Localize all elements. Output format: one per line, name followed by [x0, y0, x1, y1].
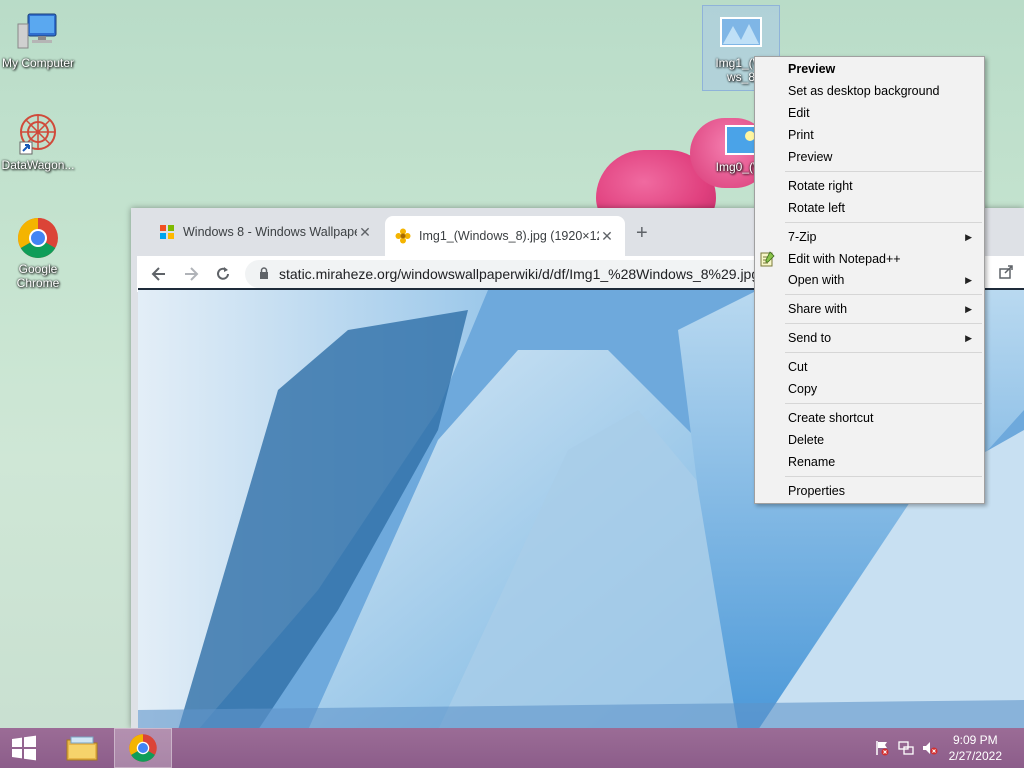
datawagon-icon	[14, 112, 62, 156]
menu-separator	[785, 323, 982, 324]
menu-separator	[785, 403, 982, 404]
taskbar-file-explorer[interactable]	[58, 728, 106, 768]
computer-icon	[14, 10, 62, 54]
back-arrow-icon[interactable]	[147, 262, 171, 286]
windows-flag-favicon-icon	[159, 224, 175, 240]
menu-item-preview-default[interactable]: Preview	[788, 58, 980, 80]
action-center-flag-icon[interactable]	[874, 740, 890, 756]
desktop-icon-datawagon[interactable]: DataWagon...	[0, 112, 76, 172]
menu-item-cut[interactable]: Cut	[788, 356, 980, 378]
menu-item-open-with[interactable]: Open with ▶	[788, 269, 980, 291]
taskbar: 9:09 PM 2/27/2022	[0, 728, 1024, 768]
menu-item-label: 7-Zip	[788, 230, 817, 244]
menu-item-rename[interactable]: Rename	[788, 451, 980, 473]
flower-favicon-icon	[395, 228, 411, 244]
menu-item-label: Open with	[788, 273, 845, 287]
menu-item-print[interactable]: Print	[788, 124, 980, 146]
chrome-icon	[129, 734, 157, 762]
menu-item-edit-with-notepadpp[interactable]: Edit with Notepad++	[760, 248, 980, 270]
context-menu: Preview Set as desktop background Edit P…	[754, 56, 985, 504]
menu-item-share-with[interactable]: Share with ▶	[788, 298, 980, 320]
menu-separator	[785, 476, 982, 477]
menu-separator	[785, 222, 982, 223]
desktop-icon-my-computer[interactable]: My Computer	[0, 10, 76, 70]
desktop-icon-label: Google Chrome	[16, 262, 60, 290]
system-clock[interactable]: 9:09 PM 2/27/2022	[949, 732, 1002, 764]
menu-separator	[785, 352, 982, 353]
new-tab-button[interactable]: +	[636, 222, 648, 245]
tab-title: Windows 8 - Windows Wallpaper	[183, 225, 357, 239]
desktop-icon-google-chrome[interactable]: Google Chrome	[0, 216, 76, 290]
folder-icon	[66, 736, 98, 761]
menu-item-copy[interactable]: Copy	[788, 378, 980, 400]
menu-item-delete[interactable]: Delete	[788, 429, 980, 451]
image-file-icon	[717, 14, 765, 58]
lock-icon	[259, 266, 269, 282]
windows-logo-icon	[12, 735, 36, 761]
notepadpp-icon	[759, 251, 775, 267]
menu-item-7zip[interactable]: 7-Zip ▶	[788, 226, 980, 248]
menu-item-rotate-right[interactable]: Rotate right	[788, 175, 980, 197]
start-button[interactable]	[0, 728, 48, 768]
taskbar-google-chrome[interactable]	[114, 728, 172, 768]
menu-item-properties[interactable]: Properties	[788, 480, 980, 502]
submenu-arrow-icon: ▶	[965, 232, 972, 242]
menu-item-send-to[interactable]: Send to ▶	[788, 327, 980, 349]
tab-close-button[interactable]: ✕	[357, 224, 373, 241]
reload-icon[interactable]	[211, 262, 235, 286]
clock-time: 9:09 PM	[952, 733, 998, 747]
menu-item-label: Share with	[788, 302, 848, 316]
submenu-arrow-icon: ▶	[965, 275, 972, 285]
menu-item-create-shortcut[interactable]: Create shortcut	[788, 407, 980, 429]
desktop-icon-label: DataWagon...	[1, 158, 75, 172]
tab-title: Img1_(Windows_8).jpg (1920×12	[419, 229, 599, 243]
url-text: static.miraheze.org/windowswallpaperwiki…	[279, 266, 760, 282]
menu-separator	[785, 294, 982, 295]
menu-item-rotate-left[interactable]: Rotate left	[788, 197, 980, 219]
tab-windows8-wallpaper[interactable]: Windows 8 - Windows Wallpaper ✕	[149, 216, 383, 248]
tab-img1-jpg[interactable]: Img1_(Windows_8).jpg (1920×12 ✕	[385, 216, 625, 256]
menu-item-edit[interactable]: Edit	[788, 102, 980, 124]
clock-date: 2/27/2022	[948, 749, 1002, 763]
desktop-icon-label: My Computer	[1, 56, 75, 70]
menu-item-set-as-desktop-background[interactable]: Set as desktop background	[788, 80, 980, 102]
submenu-arrow-icon: ▶	[965, 333, 972, 343]
network-icon[interactable]	[898, 740, 914, 756]
share-icon[interactable]	[998, 264, 1014, 283]
menu-item-label: Edit with Notepad++	[788, 252, 901, 266]
menu-separator	[785, 171, 982, 172]
menu-item-label: Send to	[788, 331, 832, 345]
volume-muted-icon[interactable]	[922, 740, 938, 756]
submenu-arrow-icon: ▶	[965, 304, 972, 314]
chrome-icon	[14, 216, 62, 260]
tab-close-button[interactable]: ✕	[599, 228, 615, 245]
forward-arrow-icon[interactable]	[179, 262, 203, 286]
menu-item-preview[interactable]: Preview	[788, 146, 980, 168]
